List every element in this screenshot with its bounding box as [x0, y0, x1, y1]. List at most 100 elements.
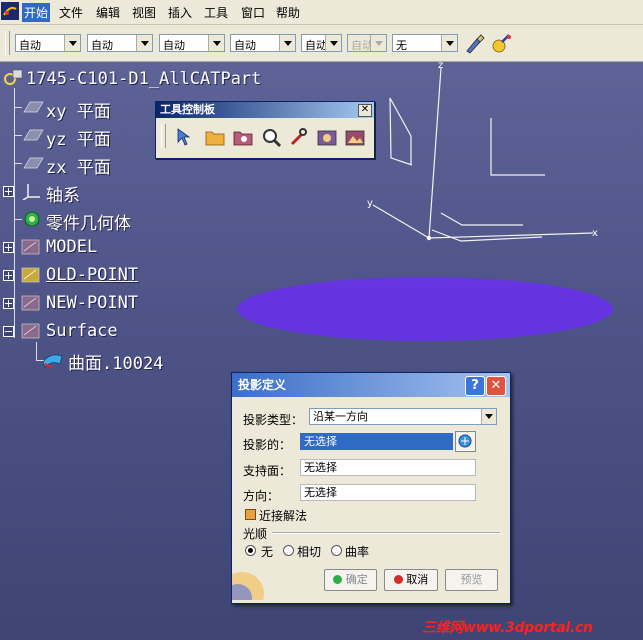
fill-color-combo[interactable]: 自动 [15, 34, 81, 52]
tree-item-label: Surface [46, 321, 118, 341]
projection-type-select[interactable]: 沿某一方向 [309, 408, 497, 425]
cancel-icon [393, 575, 403, 584]
expand-icon[interactable] [3, 270, 14, 281]
plane-icon[interactable] [22, 126, 44, 144]
tree-item-part-body[interactable]: 零件几何体 [46, 209, 131, 234]
graphic-properties-icon[interactable] [490, 33, 512, 55]
part-root-icon[interactable] [2, 68, 24, 86]
surface-feature-icon[interactable] [42, 350, 64, 368]
tree-root[interactable]: 1745-C101-D1_AllCATPart [26, 69, 261, 89]
z-axis-label: z [438, 62, 443, 71]
image-album-icon[interactable] [344, 126, 366, 148]
line-type-combo[interactable]: 自动 [230, 34, 296, 52]
select-value: 沿某一方向 [313, 410, 368, 423]
menu-help[interactable]: 帮助 [276, 4, 300, 21]
expand-icon[interactable] [3, 298, 14, 309]
hidden-geometric-set-icon[interactable] [20, 266, 42, 284]
palette-title[interactable]: 工具控制板 [156, 102, 374, 118]
chevron-down-icon[interactable] [481, 409, 496, 424]
folder-scan-icon[interactable] [232, 126, 254, 148]
cancel-button[interactable]: 取消 [384, 569, 438, 591]
combo-value: 无 [396, 39, 407, 52]
direction-field[interactable]: 无选择 [300, 484, 476, 501]
menu-insert[interactable]: 插入 [168, 4, 192, 21]
multi-selection-icon[interactable] [455, 431, 476, 452]
line-weight-combo[interactable]: 自动 [301, 34, 342, 52]
tree-item-label: 零件几何体 [46, 214, 131, 234]
search-magnifier-icon[interactable] [260, 126, 282, 148]
support-field[interactable]: 无选择 [300, 459, 476, 476]
sketch-line [389, 97, 412, 165]
smoothing-none-radio[interactable] [245, 545, 256, 556]
nearest-solution-checkbox[interactable] [245, 509, 256, 520]
smoothing-curvature-radio[interactable] [331, 545, 342, 556]
menu-window[interactable]: 窗口 [241, 4, 265, 21]
expand-icon[interactable] [3, 242, 14, 253]
line-color-combo[interactable]: 自动 [159, 34, 225, 52]
dropdown-arrow-icon[interactable] [64, 35, 80, 51]
geometric-set-icon[interactable] [20, 322, 42, 340]
tree-item-label: MODEL [46, 237, 98, 257]
tree-item-yz-plane[interactable]: yz 平面 [46, 125, 111, 150]
sketch-line [440, 212, 523, 226]
dropdown-arrow-icon[interactable] [279, 35, 295, 51]
smoothing-curvature-label: 曲率 [345, 545, 370, 559]
tree-item-surface-child[interactable]: 曲面.10024 [68, 349, 163, 374]
palette-grip[interactable] [161, 124, 166, 148]
select-arrow-icon[interactable] [174, 126, 196, 148]
collapse-icon[interactable] [3, 326, 14, 337]
tree-item-zx-plane[interactable]: zx 平面 [46, 153, 111, 178]
axis-system-icon[interactable] [22, 182, 44, 200]
dropdown-arrow-icon[interactable] [136, 35, 152, 51]
y-axis-line [372, 204, 430, 239]
tree-item-axis-system[interactable]: 轴系 [46, 181, 80, 206]
toolbar-grip[interactable] [5, 31, 10, 55]
menu-view[interactable]: 视图 [132, 4, 156, 21]
combo-value: 自动 [234, 39, 256, 52]
menu-file[interactable]: 文件 [59, 4, 83, 21]
menu-start[interactable]: 开始 [22, 3, 51, 22]
menu-tools[interactable]: 工具 [204, 4, 228, 21]
transparency-combo[interactable]: 自动 [87, 34, 153, 52]
tree-item-label: NEW-POINT [46, 293, 139, 313]
origin-point [426, 235, 432, 241]
folder-icon[interactable] [204, 126, 226, 148]
dropdown-arrow-icon [370, 35, 386, 51]
help-button[interactable]: ? [465, 376, 485, 396]
tree-branch-line [14, 107, 22, 108]
geometric-set-icon[interactable] [20, 238, 42, 256]
paintbrush-icon[interactable] [463, 33, 485, 55]
geometric-set-icon[interactable] [20, 294, 42, 312]
projected-label: 投影的： [243, 438, 292, 452]
catia-logo-icon[interactable] [1, 2, 19, 20]
dialog-corner-decoration [232, 572, 264, 600]
support-label: 支持面： [243, 464, 292, 478]
tree-item-surface[interactable]: Surface [46, 321, 118, 341]
plane-icon[interactable] [22, 154, 44, 172]
direction-label: 方向： [243, 489, 280, 503]
tree-item-new-point[interactable]: NEW-POINT [46, 293, 138, 313]
smoothing-tangent-label: 相切 [297, 545, 322, 559]
tree-item-model[interactable]: MODEL [46, 237, 97, 257]
close-button[interactable]: ✕ [486, 376, 506, 396]
plane-icon[interactable] [22, 98, 44, 116]
menu-bar: 开始 文件 编辑 视图 插入 工具 窗口 帮助 [0, 0, 643, 25]
projected-field[interactable]: 无选择 [300, 433, 453, 450]
group-divider [272, 532, 500, 534]
dropdown-arrow-icon[interactable] [208, 35, 224, 51]
tree-item-xy-plane[interactable]: xy 平面 [46, 97, 111, 122]
surface-shape[interactable] [237, 277, 613, 341]
expand-icon[interactable] [3, 186, 14, 197]
part-body-icon[interactable] [22, 210, 44, 228]
tree-item-label: OLD-POINT [46, 265, 139, 285]
smoothing-tangent-radio[interactable] [283, 545, 294, 556]
image-capture-icon[interactable] [316, 126, 338, 148]
dropdown-arrow-icon[interactable] [325, 35, 341, 51]
palette-close-button[interactable]: ✕ [358, 104, 372, 117]
layer-combo[interactable]: 无 [392, 34, 458, 52]
tree-item-old-point[interactable]: OLD-POINT [46, 265, 138, 285]
dropdown-arrow-icon[interactable] [441, 35, 457, 51]
menu-edit[interactable]: 编辑 [96, 4, 120, 21]
ok-button[interactable]: 确定 [324, 569, 377, 591]
tools-wrench-icon[interactable] [288, 126, 310, 148]
